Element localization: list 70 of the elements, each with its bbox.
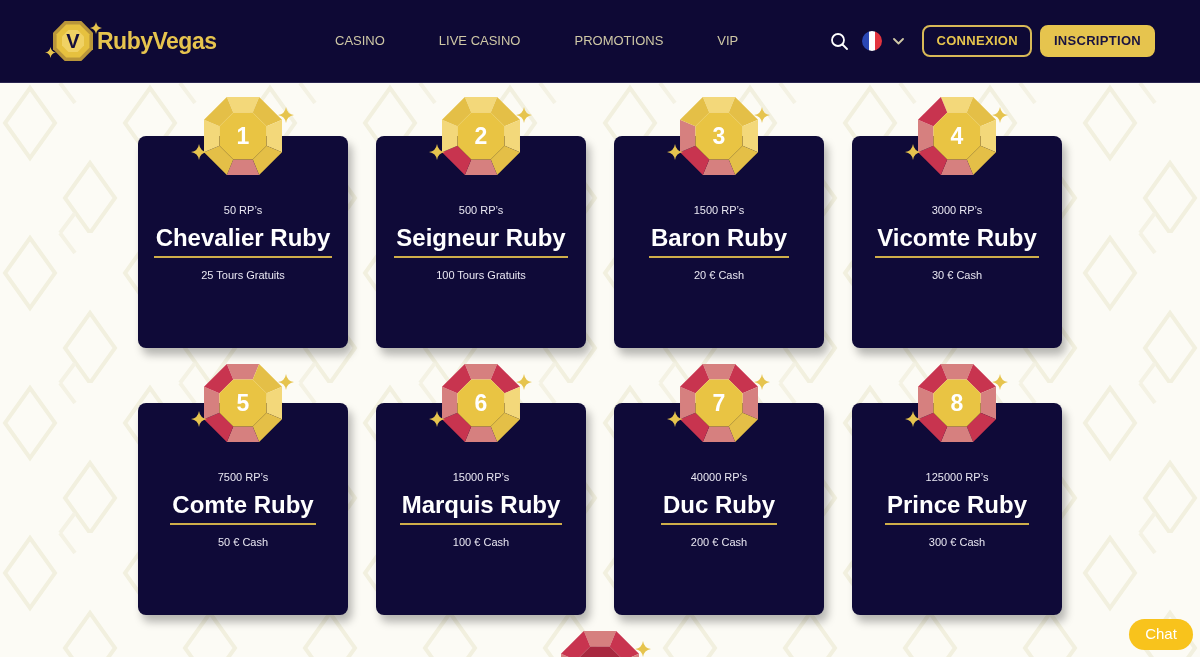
tier-reward: 50 € Cash — [217, 535, 269, 549]
tier-reward: 25 Tours Gratuits — [201, 268, 285, 282]
gem-icon — [680, 364, 758, 442]
tier-title: Vicomte Ruby — [876, 223, 1038, 253]
sparkle-icon — [754, 107, 770, 123]
sparkle-icon — [905, 411, 921, 427]
sparkle-icon — [429, 411, 445, 427]
login-button[interactable]: CONNEXION — [922, 25, 1032, 57]
tier-title: Baron Ruby — [650, 223, 788, 253]
sparkle-icon — [278, 107, 294, 123]
tier-points: 3000 RP’s — [931, 203, 983, 217]
logo-letter: V — [65, 29, 81, 54]
sparkle-icon — [191, 411, 207, 427]
sparkle-icon — [992, 374, 1008, 390]
tier-number: 4 — [949, 122, 965, 150]
gem-icon — [204, 97, 282, 175]
tier-title: Comte Ruby — [171, 490, 315, 520]
tier-reward: 100 € Cash — [452, 535, 510, 549]
tier-number: 5 — [235, 389, 251, 417]
sparkle-icon — [516, 107, 532, 123]
tier-number: 3 — [711, 122, 727, 150]
sparkle-icon — [516, 374, 532, 390]
signup-button[interactable]: INSCRIPTION — [1039, 25, 1155, 57]
tier-number: 2 — [473, 122, 489, 150]
tier-title: Marquis Ruby — [400, 490, 562, 520]
gem-icon — [918, 364, 996, 442]
tier-number: 8 — [949, 389, 965, 417]
nav-link[interactable]: LIVE CASINO — [438, 31, 521, 51]
sparkle-icon — [429, 144, 445, 160]
tier-points: 7500 RP’s — [217, 470, 269, 484]
gem-icon — [442, 97, 520, 175]
sparkle-icon — [667, 144, 683, 160]
tier-reward: 100 Tours Gratuits — [436, 268, 526, 282]
gem-icon — [442, 364, 520, 442]
tier-title: Seigneur Ruby — [395, 223, 567, 253]
sparkle-icon — [635, 641, 651, 657]
tier-points: 500 RP’s — [458, 203, 504, 217]
tier-points: 40000 RP’s — [690, 470, 748, 484]
tier-points: 50 RP’s — [223, 203, 263, 217]
tier-title: Prince Ruby — [885, 490, 1028, 520]
tier-title: Duc Ruby — [662, 490, 776, 520]
nav-link[interactable]: VIP — [717, 31, 739, 51]
sparkle-icon — [191, 144, 207, 160]
tier-points: 125000 RP’s — [925, 470, 989, 484]
tier-points: 1500 RP’s — [693, 203, 745, 217]
logo-text[interactable]: RubyVegas — [97, 27, 217, 55]
tier-number: 6 — [473, 389, 489, 417]
tier-number: 1 — [235, 122, 251, 150]
sparkle-icon — [992, 107, 1008, 123]
nav-link[interactable]: CASINO — [335, 31, 385, 51]
sparkle-icon — [45, 47, 56, 58]
tier-reward: 300 € Cash — [928, 535, 986, 549]
sparkle-icon — [667, 411, 683, 427]
gem-icon — [204, 364, 282, 442]
tier-points: 15000 RP’s — [452, 470, 510, 484]
gem-icon — [680, 97, 758, 175]
tier-reward: 30 € Cash — [931, 268, 983, 282]
sparkle-icon — [278, 374, 294, 390]
logo-gem-icon — [53, 21, 93, 61]
gem-icon — [918, 97, 996, 175]
tier-title: Chevalier Ruby — [154, 223, 332, 253]
chevron-down-icon[interactable] — [893, 37, 905, 45]
sparkle-icon — [754, 374, 770, 390]
flag-icon[interactable] — [862, 31, 883, 51]
tier-number: 7 — [711, 389, 727, 417]
sparkle-icon — [905, 144, 921, 160]
tier-reward: 20 € Cash — [693, 268, 745, 282]
search-icon[interactable] — [831, 32, 849, 50]
nav-link[interactable]: PROMOTIONS — [574, 31, 664, 51]
tier-reward: 200 € Cash — [690, 535, 748, 549]
